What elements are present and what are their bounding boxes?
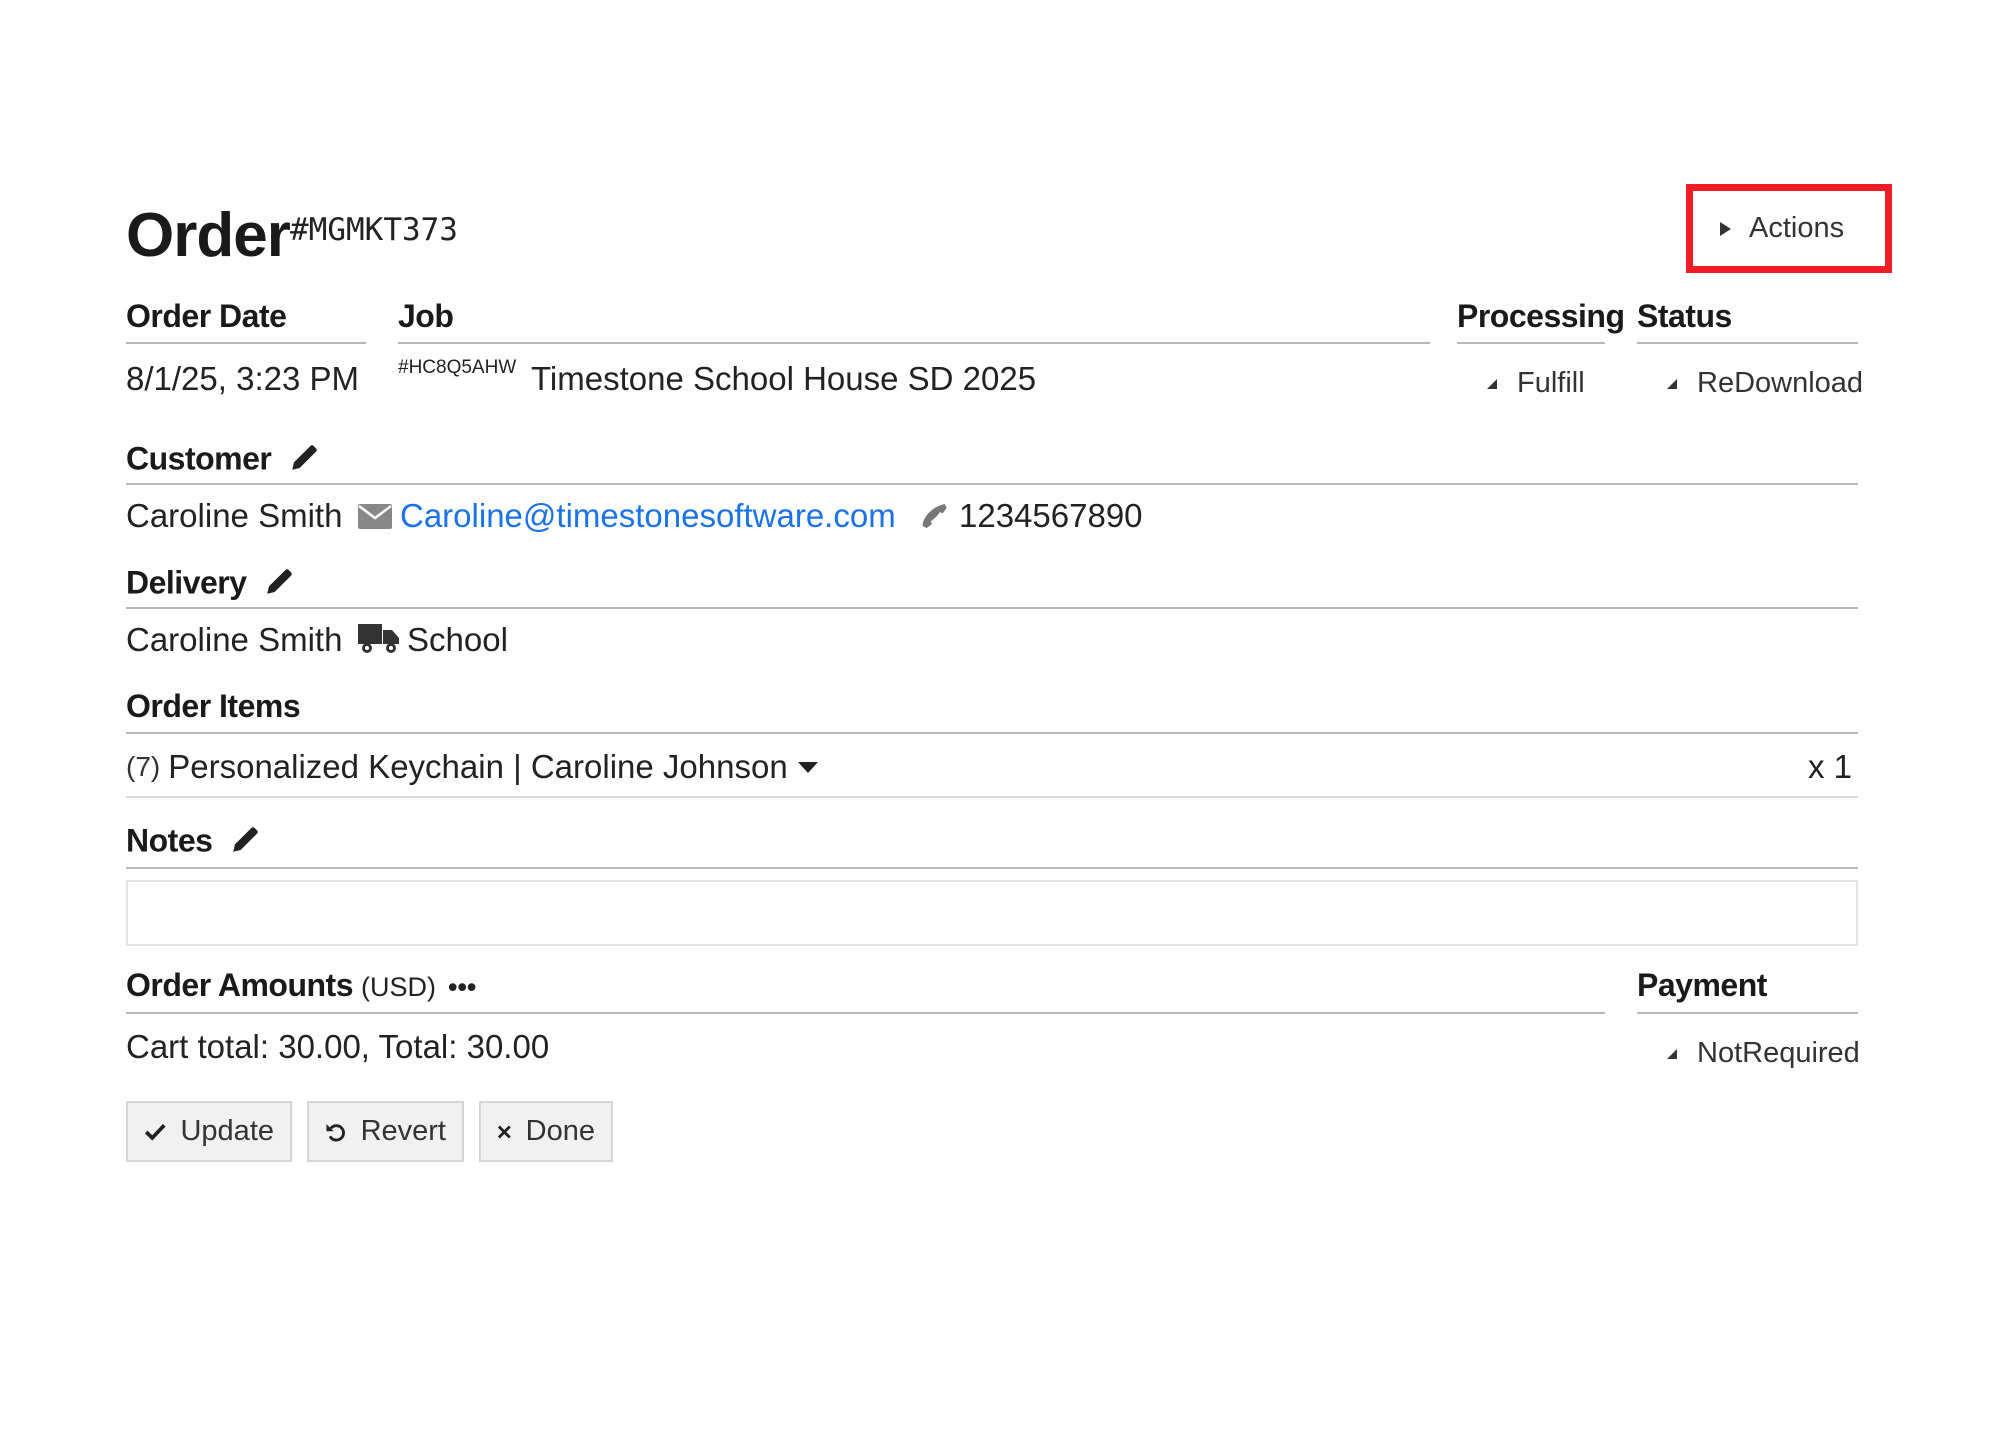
divider bbox=[126, 867, 1858, 869]
revert-button[interactable]: Revert bbox=[307, 1101, 464, 1162]
divider bbox=[126, 483, 1858, 485]
payment-header: Payment bbox=[1637, 967, 1767, 1003]
processing-dropdown[interactable]: Fulfill bbox=[1487, 367, 1585, 400]
divider bbox=[126, 796, 1858, 798]
delivery-name: Caroline Smith bbox=[126, 621, 343, 658]
caret-down-icon[interactable] bbox=[797, 761, 818, 773]
actions-button[interactable]: Actions bbox=[1720, 212, 1844, 245]
item-name: Personalized Keychain | Caroline Johnson bbox=[168, 748, 788, 785]
caret-icon bbox=[1667, 378, 1677, 389]
phone-icon bbox=[918, 500, 950, 537]
done-button[interactable]: Done bbox=[479, 1101, 613, 1162]
status-dropdown[interactable]: ReDownload bbox=[1667, 367, 1863, 400]
customer-header: Customer bbox=[126, 440, 322, 482]
caret-right-icon bbox=[1720, 221, 1731, 236]
delivery-header: Delivery bbox=[126, 564, 297, 606]
job-code: #HC8Q5AHW bbox=[398, 357, 517, 378]
undo-icon bbox=[326, 1123, 345, 1141]
edit-delivery-icon[interactable] bbox=[263, 564, 297, 606]
actions-label: Actions bbox=[1749, 212, 1845, 244]
job-header: Job bbox=[398, 298, 454, 334]
caret-icon bbox=[1487, 378, 1497, 389]
divider bbox=[1637, 342, 1858, 344]
truck-icon bbox=[358, 622, 400, 661]
job-name: Timestone School House SD 2025 bbox=[531, 360, 1037, 397]
envelope-icon bbox=[358, 504, 392, 534]
order-date-value: 8/1/25, 3:23 PM bbox=[126, 360, 359, 397]
divider bbox=[126, 732, 1858, 734]
close-icon bbox=[497, 1125, 511, 1138]
delivery-method: School bbox=[407, 621, 508, 658]
edit-notes-icon[interactable] bbox=[229, 822, 263, 864]
update-button[interactable]: Update bbox=[126, 1101, 292, 1162]
divider bbox=[126, 607, 1858, 609]
divider bbox=[398, 342, 1430, 344]
more-icon[interactable]: ••• bbox=[448, 972, 476, 1003]
page-title: Order bbox=[126, 201, 291, 270]
processing-value: Fulfill bbox=[1517, 367, 1585, 399]
payment-value: NotRequired bbox=[1697, 1037, 1860, 1069]
check-icon bbox=[144, 1123, 166, 1141]
item-id: (7) bbox=[126, 751, 161, 782]
customer-email-link[interactable]: Caroline@timestonesoftware.com bbox=[400, 497, 896, 535]
order-date-header: Order Date bbox=[126, 298, 287, 334]
order-items-header: Order Items bbox=[126, 688, 301, 724]
edit-customer-icon[interactable] bbox=[288, 440, 322, 482]
order-code: #MGMKT373 bbox=[290, 212, 458, 248]
divider bbox=[1637, 1012, 1858, 1014]
order-amounts-header: Order Amounts (USD) ••• bbox=[126, 967, 477, 1003]
customer-phone: 1234567890 bbox=[959, 497, 1143, 534]
notes-header: Notes bbox=[126, 822, 263, 864]
status-value: ReDownload bbox=[1697, 367, 1864, 399]
amounts-summary: Cart total: 30.00, Total: 30.00 bbox=[126, 1028, 550, 1065]
customer-name: Caroline Smith bbox=[126, 497, 343, 534]
caret-icon bbox=[1667, 1048, 1677, 1059]
item-qty: x 1 bbox=[1808, 748, 1853, 785]
divider bbox=[1457, 342, 1605, 344]
divider bbox=[126, 342, 366, 344]
divider bbox=[126, 1012, 1605, 1014]
processing-header: Processing bbox=[1457, 298, 1625, 334]
order-item-row[interactable]: (7) Personalized Keychain | Caroline Joh… bbox=[126, 748, 818, 786]
currency-label: (USD) bbox=[361, 972, 436, 1002]
status-header: Status bbox=[1637, 298, 1732, 334]
notes-field[interactable] bbox=[126, 880, 1858, 946]
payment-dropdown[interactable]: NotRequired bbox=[1667, 1037, 1860, 1070]
